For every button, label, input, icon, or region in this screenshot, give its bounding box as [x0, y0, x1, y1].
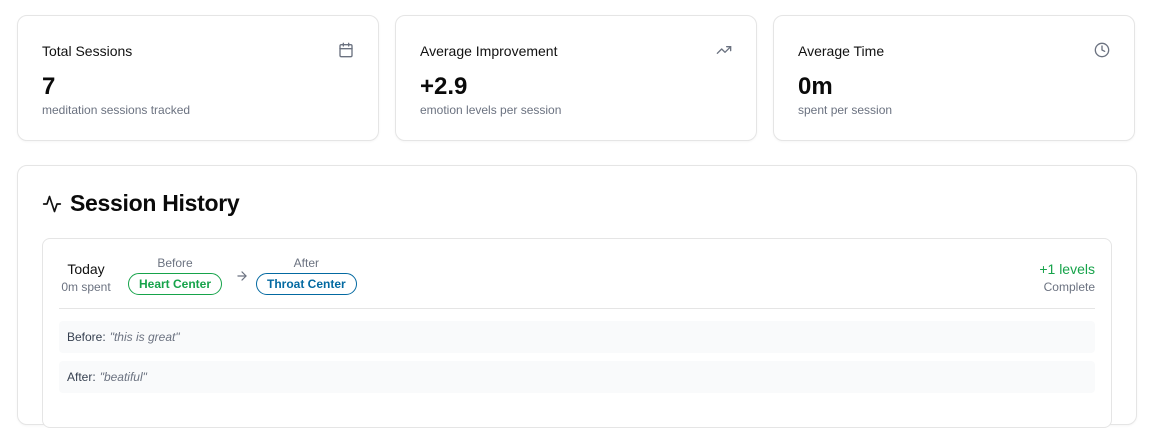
after-note: After: "beatiful" — [59, 361, 1095, 393]
stat-title: Average Time — [798, 43, 885, 59]
calendar-icon — [338, 42, 354, 58]
after-label: After — [293, 256, 320, 270]
before-note: Before: "this is great" — [59, 321, 1095, 353]
activity-icon — [42, 194, 62, 214]
stat-value: 7 — [42, 73, 56, 100]
level-change: +1 levels — [1039, 261, 1095, 277]
session-date-block: Today 0m spent — [59, 260, 113, 295]
session-history-header: Session History — [42, 190, 240, 217]
session-summary: Today 0m spent Before Heart Center After… — [43, 239, 1111, 309]
average-improvement-card: Average Improvement +2.9 emotion levels … — [395, 15, 757, 141]
after-center-badge: Throat Center — [256, 273, 357, 295]
after-note-text: "beatiful" — [99, 370, 147, 384]
trending-up-icon — [716, 42, 732, 58]
stat-title: Average Improvement — [420, 43, 558, 59]
average-time-card: Average Time 0m spent per session — [773, 15, 1135, 141]
after-phase: After Throat Center — [256, 255, 357, 295]
stat-title: Total Sessions — [42, 43, 133, 59]
session-status: Complete — [1043, 280, 1095, 294]
before-label: Before — [157, 256, 193, 270]
session-entry[interactable]: Today 0m spent Before Heart Center After… — [42, 238, 1112, 428]
stat-subtitle: meditation sessions tracked — [42, 103, 191, 117]
before-note-label: Before: — [67, 330, 106, 344]
session-date: Today — [67, 261, 105, 277]
stats-row: Total Sessions 7 meditation sessions tra… — [17, 15, 1135, 141]
stat-subtitle: emotion levels per session — [420, 103, 562, 117]
divider — [59, 308, 1095, 309]
clock-icon — [1094, 42, 1110, 58]
session-time-spent: 0m spent — [61, 280, 111, 294]
session-history-card: Session History Today 0m spent Before He… — [17, 165, 1137, 428]
before-center-badge: Heart Center — [128, 273, 223, 295]
session-history-title: Session History — [70, 190, 240, 216]
session-result: +1 levels Complete — [1039, 260, 1095, 295]
arrow-right-icon — [235, 269, 249, 283]
stat-subtitle: spent per session — [798, 103, 893, 117]
total-sessions-card: Total Sessions 7 meditation sessions tra… — [17, 15, 379, 141]
before-note-text: "this is great" — [109, 330, 180, 344]
stat-value: +2.9 — [420, 73, 468, 100]
after-note-label: After: — [67, 370, 96, 384]
stat-value: 0m — [798, 73, 833, 100]
before-phase: Before Heart Center — [128, 255, 223, 295]
